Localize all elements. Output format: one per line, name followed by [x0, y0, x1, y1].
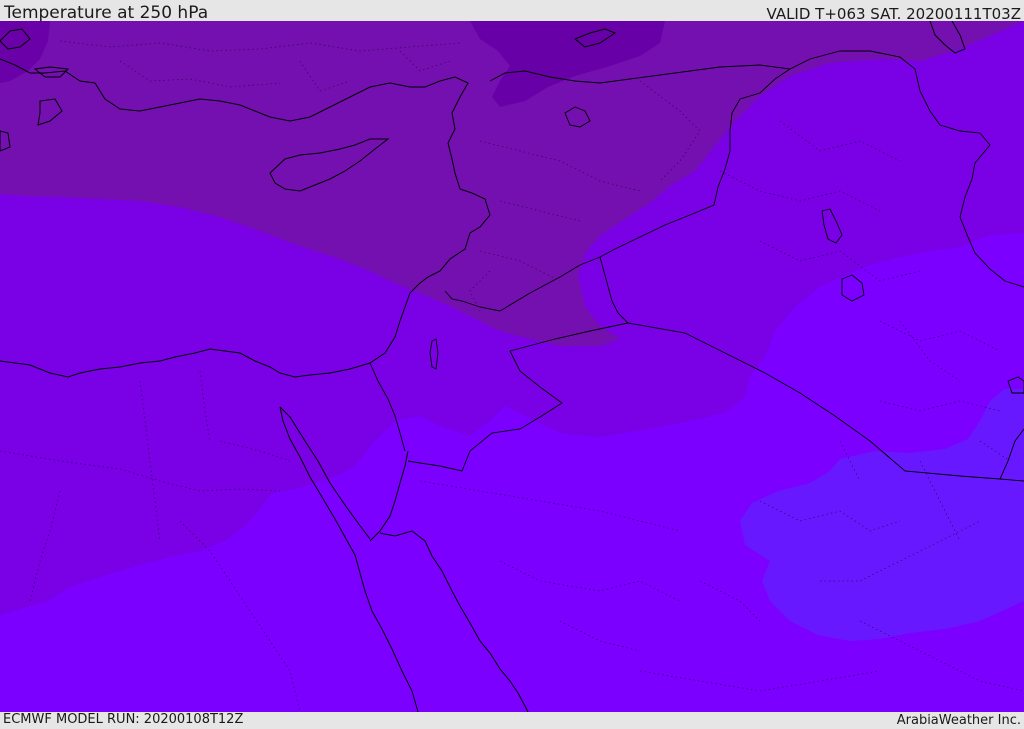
map-canvas[interactable]	[0, 21, 1024, 712]
map-title: Temperature at 250 hPa	[4, 3, 209, 23]
model-run-label: ECMWF MODEL RUN: 20200108T12Z	[3, 712, 244, 727]
map-footer: ECMWF MODEL RUN: 20200108T12Z ArabiaWeat…	[0, 712, 1024, 729]
map-svg	[0, 21, 1024, 712]
map-header: Temperature at 250 hPa VALID T+063 SAT. …	[0, 0, 1024, 23]
credit-label: ArabiaWeather Inc.	[896, 713, 1021, 728]
weather-map-page: Temperature at 250 hPa VALID T+063 SAT. …	[0, 0, 1024, 729]
